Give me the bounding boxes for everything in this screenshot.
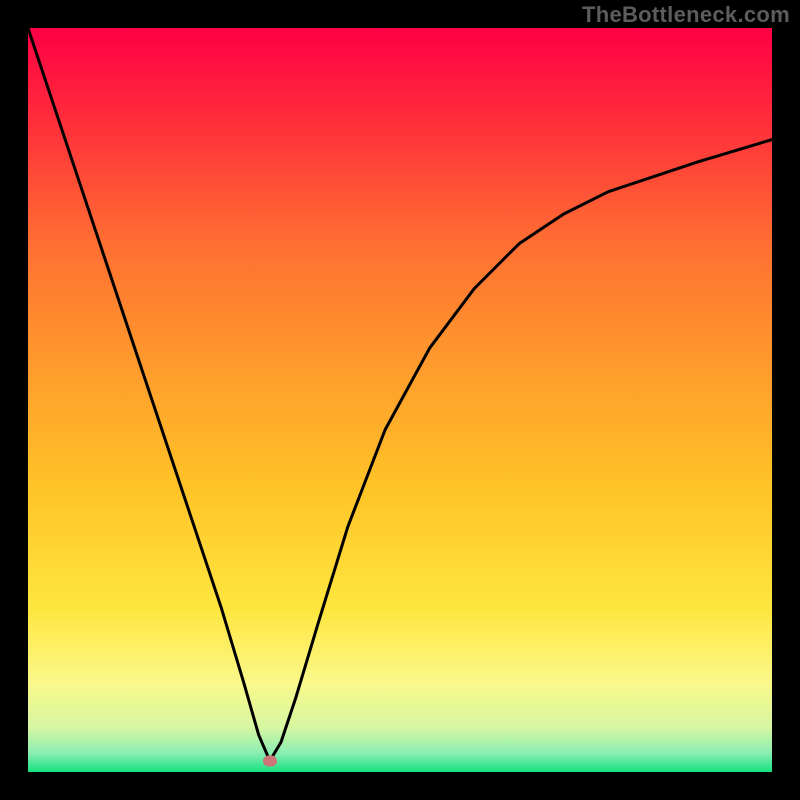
watermark-text: TheBottleneck.com	[582, 2, 790, 28]
plot-area	[28, 28, 772, 772]
chart-root: TheBottleneck.com	[0, 0, 800, 800]
minimum-marker	[263, 755, 277, 766]
curve-layer	[28, 28, 772, 772]
bottleneck-curve	[28, 28, 772, 761]
